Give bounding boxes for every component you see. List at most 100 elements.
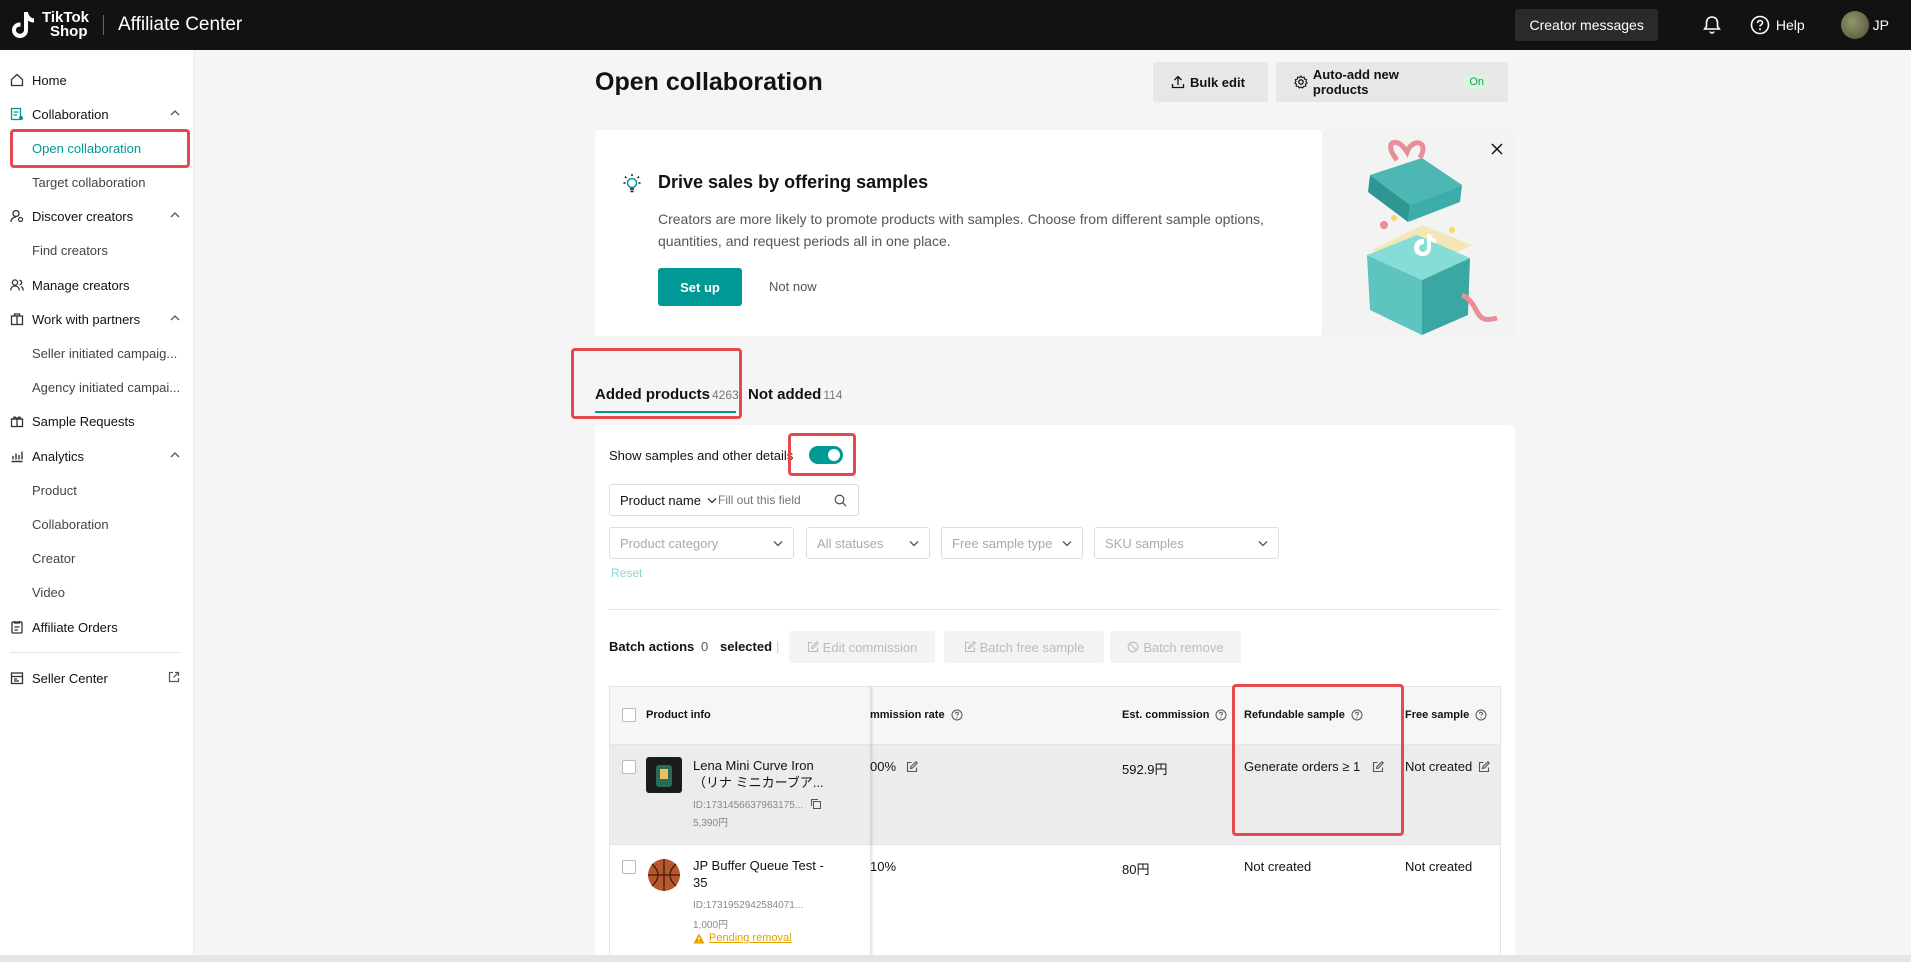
reset-button[interactable]: Reset [611,566,642,580]
sidebar-item-analytics[interactable]: Analytics [0,439,194,473]
bell-icon[interactable] [1702,15,1722,35]
help-icon[interactable] [1351,709,1363,721]
sidebar-item-collaboration[interactable]: Collaboration [0,97,194,131]
edit-icon[interactable] [1372,760,1385,773]
samples-banner: Drive sales by offering samples Creators… [595,130,1322,336]
product-name[interactable]: JP Buffer Queue Test - 35 [693,857,828,891]
refundable-sample-cell: Not created [1244,859,1312,874]
user-initials: JP [1872,17,1889,33]
show-samples-label: Show samples and other details [609,448,794,463]
button-label: Edit commission [822,639,918,655]
chevron-down-icon [773,541,783,547]
table-row[interactable]: Lena Mini Curve Iron （リナ ミニカーブア... ID:17… [610,745,1500,845]
tiktok-shop-logo[interactable]: TikTok Shop [10,10,89,40]
warning-icon [693,933,705,943]
search-icon[interactable] [834,494,847,507]
user-menu[interactable]: JP [1840,11,1889,39]
edit-commission-button[interactable]: Edit commission [789,631,935,663]
sidebar-item-seller-initiated[interactable]: Seller initiated campaig... [32,336,177,370]
sidebar-item-target-collaboration[interactable]: Target collaboration [32,165,145,199]
product-thumbnail [646,757,682,793]
header-refundable-sample: Refundable sample [1244,709,1363,721]
horizontal-scrollbar[interactable] [0,955,1911,962]
tab-not-added[interactable]: Not added 114 [748,386,842,403]
row-checkbox[interactable] [622,860,636,874]
product-thumbnail [646,857,682,893]
sku-samples-select[interactable]: SKU samples [1094,527,1279,559]
sidebar-item-manage-creators[interactable]: Manage creators [0,268,194,302]
header-est-commission: Est. commission [1122,709,1227,721]
edit-icon [964,641,976,653]
free-sample-type-select[interactable]: Free sample type [941,527,1083,559]
table-row[interactable]: JP Buffer Queue Test - 35 ID:17319529425… [610,845,1500,961]
search-input[interactable] [718,493,828,507]
sidebar-item-analytics-product[interactable]: Product [32,473,77,507]
sidebar-item-agency-initiated[interactable]: Agency initiated campai... [32,370,180,404]
sidebar-item-analytics-creator[interactable]: Creator [32,541,75,575]
chevron-up-icon[interactable] [170,211,180,219]
sidebar-item-home[interactable]: Home [0,63,194,97]
help-icon[interactable] [951,709,963,721]
gift-box-image [1367,139,1498,335]
header-commission-rate: mmission rate [870,709,963,721]
tiktok-logo-icon [12,12,34,38]
chevron-up-icon[interactable] [170,314,180,322]
logo-text: TikTok Shop [42,10,89,39]
external-link-icon[interactable] [168,671,180,683]
close-icon[interactable] [1490,142,1504,156]
sidebar-item-analytics-video[interactable]: Video [32,575,65,609]
not-now-button[interactable]: Not now [769,279,817,294]
sidebar-item-label: Affiliate Orders [32,619,118,635]
sidebar-item-find-creators[interactable]: Find creators [32,233,108,267]
collaboration-icon [10,107,23,121]
select-all-checkbox[interactable] [622,708,636,722]
status-select[interactable]: All statuses [806,527,930,559]
creator-messages-button[interactable]: Creator messages [1515,9,1658,41]
copy-icon[interactable] [810,798,822,810]
batch-remove-button[interactable]: Batch remove [1110,631,1241,663]
search-field-select[interactable]: Product name [610,493,718,508]
topbar-actions: Creator messages Help JP [1515,0,1911,50]
tab-added-products[interactable]: Added products 4263 [595,386,739,403]
pending-removal-link[interactable]: Pending removal [693,932,792,944]
product-price: 1,000円 [693,920,729,931]
edit-icon [807,641,819,653]
product-category-select[interactable]: Product category [609,527,794,559]
banner-title: Drive sales by offering samples [658,172,929,192]
sidebar-item-sample-requests[interactable]: Sample Requests [0,404,194,438]
cell-value: Not created [1405,759,1473,774]
row-checkbox[interactable] [622,760,636,774]
help-icon[interactable] [1215,709,1227,721]
chevron-up-icon[interactable] [170,109,180,117]
upload-icon [1171,75,1185,89]
button-label: Batch free sample [979,639,1085,655]
sidebar-item-seller-center[interactable]: Seller Center [0,661,194,695]
help-button[interactable]: Help [1750,15,1805,35]
tab-count: 114 [823,388,843,402]
batch-free-sample-button[interactable]: Batch free sample [944,631,1104,663]
help-icon[interactable] [1475,709,1487,721]
edit-icon[interactable] [1478,760,1491,773]
bulk-edit-button[interactable]: Bulk edit [1153,62,1268,102]
button-label: Batch remove [1143,639,1224,655]
banner-description: Creators are more likely to promote prod… [658,211,1264,249]
auto-add-button[interactable]: Auto-add new products On [1276,62,1508,102]
product-name[interactable]: Lena Mini Curve Iron （リナ ミニカーブア... [693,757,828,791]
sidebar-item-affiliate-orders[interactable]: Affiliate Orders [0,610,194,644]
sidebar-item-discover-creators[interactable]: Discover creators [0,199,194,233]
sidebar-item-work-with-partners[interactable]: Work with partners [0,302,194,336]
sidebar: Home Collaboration Open collaboration Ta… [0,50,194,962]
set-up-button[interactable]: Set up [658,268,742,306]
selected-count: 0 [701,639,709,654]
sidebar-item-analytics-collaboration[interactable]: Collaboration [32,507,109,541]
chevron-up-icon[interactable] [170,451,180,459]
auto-add-label: Auto-add new products [1312,67,1399,97]
sidebar-item-label: Manage creators [32,277,130,293]
filter-placeholder: SKU samples [1105,535,1184,551]
show-samples-toggle[interactable] [809,446,843,464]
header-product-info: Product info [646,709,711,721]
commission-rate-cell: 00% [870,759,918,774]
selected-label: selected [720,639,773,654]
edit-icon[interactable] [906,760,918,773]
sidebar-item-open-collaboration[interactable]: Open collaboration [32,131,141,165]
